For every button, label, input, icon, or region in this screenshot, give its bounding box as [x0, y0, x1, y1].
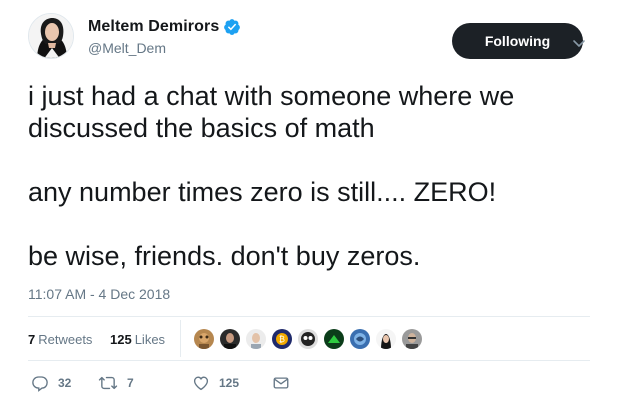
likes-label: Likes [134, 332, 166, 347]
like-count: 125 [219, 376, 240, 390]
svg-text:₿: ₿ [279, 335, 285, 344]
heart-icon [192, 374, 210, 392]
author-avatar[interactable] [28, 13, 74, 59]
divider [28, 360, 590, 361]
tweet-timestamp[interactable]: 11:07 AM - 4 Dec 2018 [28, 286, 170, 302]
likes-stat[interactable]: 125 Likes [110, 332, 165, 347]
stats-separator [180, 320, 181, 357]
retweet-icon [98, 374, 118, 392]
reply-count: 32 [58, 376, 72, 390]
tweet-line: discussed the basics of math [28, 113, 375, 143]
liker-avatar-3[interactable] [244, 327, 268, 351]
liker-avatar-9[interactable] [400, 327, 424, 351]
likes-count: 125 [110, 332, 132, 347]
retweets-stat[interactable]: 7 Retweets [28, 332, 92, 347]
liker-avatar-6[interactable] [322, 327, 346, 351]
tweet-stats: 7 Retweets 125 Likes ₿ [28, 317, 590, 360]
author-display-name[interactable]: Meltem Demirors [88, 18, 219, 36]
liker-avatars: ₿ [192, 327, 426, 351]
retweet-count: 7 [127, 376, 134, 390]
author-names: Meltem Demirors @Melt_Dem [88, 16, 241, 56]
direct-message-button[interactable] [272, 374, 290, 392]
like-button[interactable]: 125 [192, 374, 239, 392]
tweet-text: i just had a chat with someone where we … [28, 80, 593, 272]
tweet-card: Meltem Demirors @Melt_Dem Following i ju… [0, 0, 619, 415]
retweets-label: Retweets [38, 332, 93, 347]
liker-avatar-8[interactable] [374, 327, 398, 351]
retweets-count: 7 [28, 332, 36, 347]
tweet-line: any number times zero is still.... ZERO! [28, 177, 497, 207]
retweet-button[interactable]: 7 [98, 374, 134, 392]
liker-avatar-5[interactable] [296, 327, 320, 351]
liker-avatar-4[interactable]: ₿ [270, 327, 294, 351]
following-button[interactable]: Following [452, 23, 583, 59]
verified-badge-icon [223, 18, 241, 36]
liker-avatar-2[interactable] [218, 327, 242, 351]
liker-avatar-7[interactable] [348, 327, 372, 351]
liker-avatar-1[interactable] [192, 327, 216, 351]
tweet-header: Meltem Demirors @Melt_Dem Following [28, 13, 598, 69]
tweet-actions: 32 7 125 [28, 374, 328, 396]
author-handle[interactable]: @Melt_Dem [88, 40, 241, 56]
tweet-line: i just had a chat with someone where we [28, 81, 515, 111]
envelope-icon [272, 374, 290, 392]
reply-icon [31, 374, 49, 392]
reply-button[interactable]: 32 [31, 374, 71, 392]
tweet-line: be wise, friends. don't buy zeros. [28, 241, 421, 271]
chevron-down-icon[interactable] [571, 37, 587, 49]
